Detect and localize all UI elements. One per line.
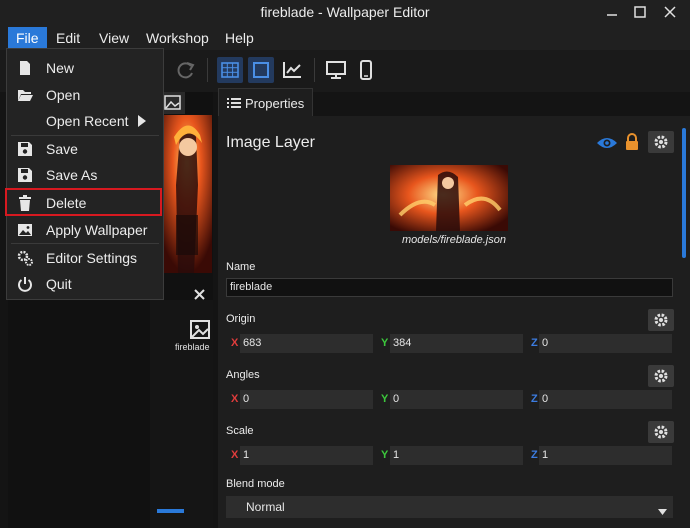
caret-down-icon: [658, 504, 667, 515]
menu-item-label: Save As: [46, 167, 98, 183]
menu-item-label: New: [46, 60, 75, 76]
menu-workshop[interactable]: Workshop: [138, 27, 217, 49]
chart-icon[interactable]: [279, 57, 305, 83]
grid-icon[interactable]: [217, 57, 243, 83]
file-dropdown-menu: New Open Open Recent Save Save As Delete…: [6, 48, 164, 300]
origin-z-input[interactable]: 0: [539, 334, 672, 353]
axis-y-label: Y: [381, 337, 389, 349]
menu-file[interactable]: File: [8, 27, 47, 49]
menu-separator: [11, 135, 159, 136]
axis-z-label: Z: [531, 449, 538, 461]
close-icon[interactable]: [191, 288, 209, 302]
menu-item-label: Save: [46, 141, 78, 157]
angles-label: Angles: [226, 369, 260, 381]
delete-highlight-box: [5, 188, 162, 216]
menu-item-save-as[interactable]: Save As: [7, 163, 163, 187]
layer-settings-gear-icon[interactable]: [648, 131, 674, 153]
name-input[interactable]: fireblade: [226, 278, 673, 297]
menu-item-apply-wallpaper[interactable]: Apply Wallpaper: [7, 218, 163, 242]
menu-item-label: Quit: [46, 276, 72, 292]
submenu-arrow-icon: [138, 115, 146, 127]
layer-image-preview: [390, 165, 508, 231]
menu-separator: [11, 243, 159, 244]
menu-item-save[interactable]: Save: [7, 137, 163, 161]
model-path: models/fireblade.json: [402, 234, 506, 246]
title-bar: fireblade - Wallpaper Editor: [0, 0, 690, 24]
properties-panel: Image Layer models/fireblade.json Name f…: [218, 116, 690, 528]
floppy-icon: [17, 141, 33, 157]
redo-icon[interactable]: [173, 57, 199, 83]
scale-gear-icon[interactable]: [648, 421, 674, 443]
square-icon[interactable]: [248, 57, 274, 83]
gears-icon: [17, 250, 33, 266]
power-icon: [17, 276, 33, 292]
origin-gear-icon[interactable]: [648, 309, 674, 331]
wallpaper-editor-window: fireblade - Wallpaper Editor File Edit V…: [0, 0, 690, 528]
axis-x-label: X: [231, 449, 239, 461]
menu-item-open[interactable]: Open: [7, 83, 163, 107]
image-file-icon[interactable]: [188, 318, 212, 342]
tab-properties-label: Properties: [245, 96, 305, 111]
axis-y-label: Y: [381, 449, 389, 461]
phone-icon[interactable]: [353, 57, 379, 83]
menu-item-new[interactable]: New: [7, 56, 163, 80]
axis-z-label: Z: [531, 393, 538, 405]
menu-item-label: Apply Wallpaper: [46, 222, 148, 238]
scale-y-input[interactable]: 1: [390, 446, 523, 465]
tab-properties[interactable]: Properties: [218, 88, 313, 116]
image-icon: [17, 222, 33, 238]
maximize-icon[interactable]: [630, 2, 650, 22]
eye-icon[interactable]: [596, 135, 618, 151]
menu-item-label: Open: [46, 87, 81, 103]
origin-y-input[interactable]: 384: [390, 334, 523, 353]
menu-item-open-recent[interactable]: Open Recent: [7, 109, 163, 133]
scale-label: Scale: [226, 425, 254, 437]
menu-help[interactable]: Help: [217, 27, 262, 49]
layer-type-heading: Image Layer: [226, 134, 315, 151]
menu-item-label: Editor Settings: [46, 250, 138, 266]
window-title: fireblade - Wallpaper Editor: [260, 4, 430, 20]
axis-y-label: Y: [381, 393, 389, 405]
axis-x-label: X: [231, 337, 239, 349]
close-icon[interactable]: [660, 2, 680, 22]
lock-icon[interactable]: [624, 133, 640, 151]
angles-x-input[interactable]: 0: [240, 390, 373, 409]
toolbar-separator: [207, 58, 208, 82]
folder-open-icon: [17, 87, 33, 103]
axis-z-label: Z: [531, 337, 538, 349]
angles-y-input[interactable]: 0: [390, 390, 523, 409]
menu-bar: File Edit View Workshop Help: [0, 24, 690, 50]
scroll-indicator[interactable]: [157, 509, 184, 513]
axis-x-label: X: [231, 393, 239, 405]
menu-item-editor-settings[interactable]: Editor Settings: [7, 246, 163, 270]
minimize-icon[interactable]: [602, 2, 622, 22]
file-icon: [17, 60, 33, 76]
asset-browser: fireblade: [150, 289, 213, 528]
angles-z-input[interactable]: 0: [539, 390, 672, 409]
menu-edit[interactable]: Edit: [48, 27, 88, 49]
menu-item-label: Open Recent: [46, 113, 129, 129]
scale-z-input[interactable]: 1: [539, 446, 672, 465]
menu-item-quit[interactable]: Quit: [7, 272, 163, 296]
menu-view[interactable]: View: [91, 27, 137, 49]
list-icon: [227, 97, 241, 109]
floppy-icon: [17, 167, 33, 183]
blend-mode-value: Normal: [246, 500, 285, 514]
origin-label: Origin: [226, 313, 256, 325]
wallpaper-thumbnail: [162, 115, 212, 273]
scale-x-input[interactable]: 1: [240, 446, 373, 465]
blend-mode-label: Blend mode: [226, 478, 285, 490]
blend-mode-select[interactable]: Normal: [226, 496, 673, 518]
toolbar-separator: [314, 58, 315, 82]
name-label: Name: [226, 261, 256, 273]
origin-x-input[interactable]: 683: [240, 334, 373, 353]
monitor-icon[interactable]: [323, 57, 349, 83]
angles-gear-icon[interactable]: [648, 365, 674, 387]
asset-item-label[interactable]: fireblade: [175, 342, 210, 352]
